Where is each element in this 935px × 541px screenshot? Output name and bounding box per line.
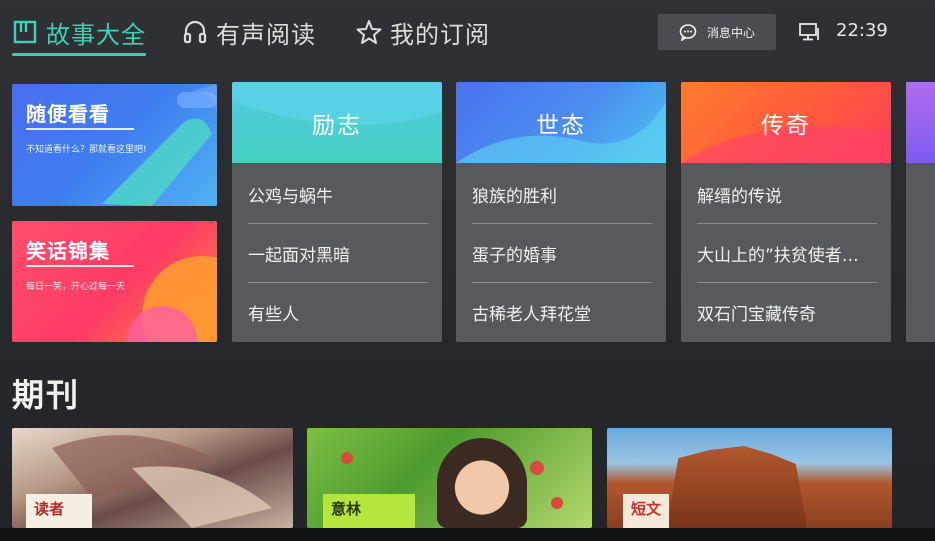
cover-illustration bbox=[667, 446, 807, 528]
category-header[interactable]: 世态 bbox=[456, 82, 666, 163]
periodical-card[interactable]: 短文 bbox=[607, 428, 892, 528]
screen-bezel bbox=[0, 528, 935, 541]
cover-illustration bbox=[437, 438, 527, 528]
category-title: 传奇 bbox=[761, 113, 811, 139]
headphones-icon bbox=[183, 20, 207, 44]
tab-audio-reading[interactable]: 有声阅读 bbox=[182, 14, 316, 50]
tab-label: 故事大全 bbox=[46, 20, 146, 49]
periodical-card[interactable]: 读者 bbox=[12, 428, 293, 528]
clock: 22:39 bbox=[836, 20, 888, 41]
chat-bubble-icon bbox=[679, 24, 697, 41]
category-title: 世态 bbox=[536, 113, 586, 139]
active-tab-underline bbox=[12, 53, 146, 56]
feature-title: 随便看看 bbox=[26, 102, 110, 126]
category-header bbox=[906, 82, 935, 163]
feature-subtitle: 不知道看什么？那就看这里吧! bbox=[26, 145, 147, 155]
feature-card-jokes[interactable]: 笑话锦集 每日一笑，开心过每一天 bbox=[12, 221, 217, 342]
periodical-badge: 读者 bbox=[26, 494, 92, 528]
category-title: 励志 bbox=[312, 113, 362, 139]
star-icon bbox=[356, 20, 382, 44]
feature-title: 笑话锦集 bbox=[26, 239, 110, 263]
story-item[interactable]: 蛋子的婚事 bbox=[472, 224, 652, 282]
title-underline bbox=[26, 265, 134, 267]
message-center-label: 消息中心 bbox=[706, 25, 755, 40]
tab-label: 有声阅读 bbox=[216, 20, 316, 49]
story-item[interactable]: 解缙的传说 bbox=[697, 165, 877, 223]
periodical-badge: 意林 bbox=[323, 494, 415, 528]
section-title-periodicals: 期刊 bbox=[12, 376, 81, 414]
category-card-legend[interactable]: 传奇 解缙的传说 大山上的”扶贫使者… 双石门宝藏传奇 bbox=[681, 82, 891, 342]
category-header[interactable]: 励志 bbox=[232, 82, 442, 163]
feature-card-random[interactable]: 随便看看 不知道看什么？那就看这里吧! bbox=[12, 84, 217, 206]
top-nav: 故事大全 有声阅读 我的订阅 消息中心 22:39 bbox=[0, 0, 935, 64]
story-item[interactable]: 狼族的胜利 bbox=[472, 165, 652, 223]
periodical-card[interactable]: 意林 bbox=[307, 428, 592, 528]
tab-label: 我的订阅 bbox=[390, 20, 490, 49]
category-header[interactable]: 传奇 bbox=[681, 82, 891, 163]
feature-subtitle: 每日一笑，开心过每一天 bbox=[26, 282, 126, 292]
story-item[interactable]: 公鸡与蜗牛 bbox=[248, 165, 428, 223]
story-item[interactable]: 一起面对黑暗 bbox=[248, 224, 428, 282]
story-item[interactable]: 大山上的”扶贫使者… bbox=[697, 224, 877, 282]
network-status-icon bbox=[799, 23, 819, 41]
tab-my-subscriptions[interactable]: 我的订阅 bbox=[356, 14, 490, 50]
title-underline bbox=[26, 128, 134, 130]
story-item[interactable]: 有些人 bbox=[248, 283, 428, 341]
message-center-button[interactable]: 消息中心 bbox=[658, 14, 776, 50]
tab-story-collection[interactable]: 故事大全 bbox=[12, 14, 146, 56]
story-item[interactable]: 双石门宝藏传奇 bbox=[697, 283, 877, 341]
story-item[interactable]: 古稀老人拜花堂 bbox=[472, 283, 652, 341]
periodical-badge: 短文 bbox=[623, 494, 670, 528]
category-card-society[interactable]: 世态 狼族的胜利 蛋子的婚事 古稀老人拜花堂 bbox=[456, 82, 666, 342]
category-card-inspiration[interactable]: 励志 公鸡与蜗牛 一起面对黑暗 有些人 bbox=[232, 82, 442, 342]
category-card-partial[interactable] bbox=[906, 82, 935, 342]
book-icon bbox=[13, 20, 37, 44]
